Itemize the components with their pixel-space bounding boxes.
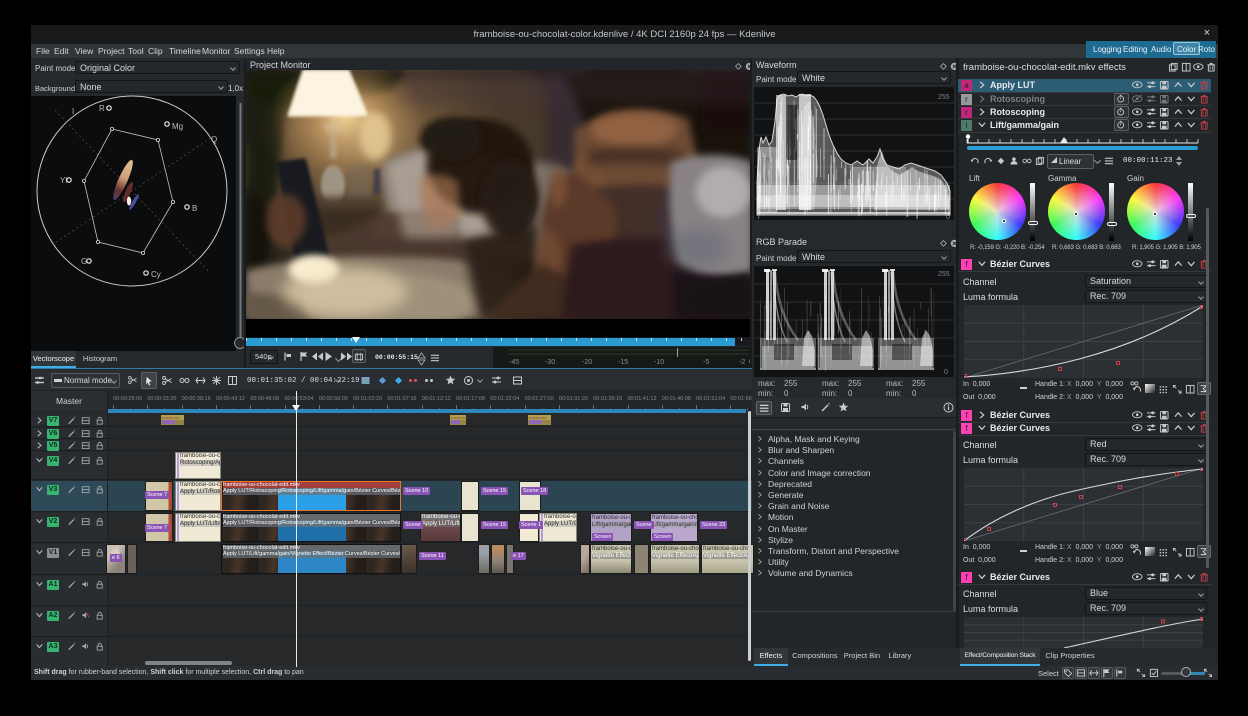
svg-text:Mg: Mg	[172, 122, 183, 131]
svg-text:255: 255	[938, 271, 950, 278]
svg-text:I: I	[72, 107, 74, 116]
svg-text:R: R	[99, 104, 105, 113]
svg-text:Yl: Yl	[60, 176, 67, 185]
svg-text:255: 255	[938, 94, 950, 101]
svg-text:Q: Q	[211, 135, 217, 144]
svg-text:0: 0	[944, 369, 948, 376]
svg-text:B: B	[192, 204, 197, 213]
svg-text:Cy: Cy	[151, 270, 161, 279]
